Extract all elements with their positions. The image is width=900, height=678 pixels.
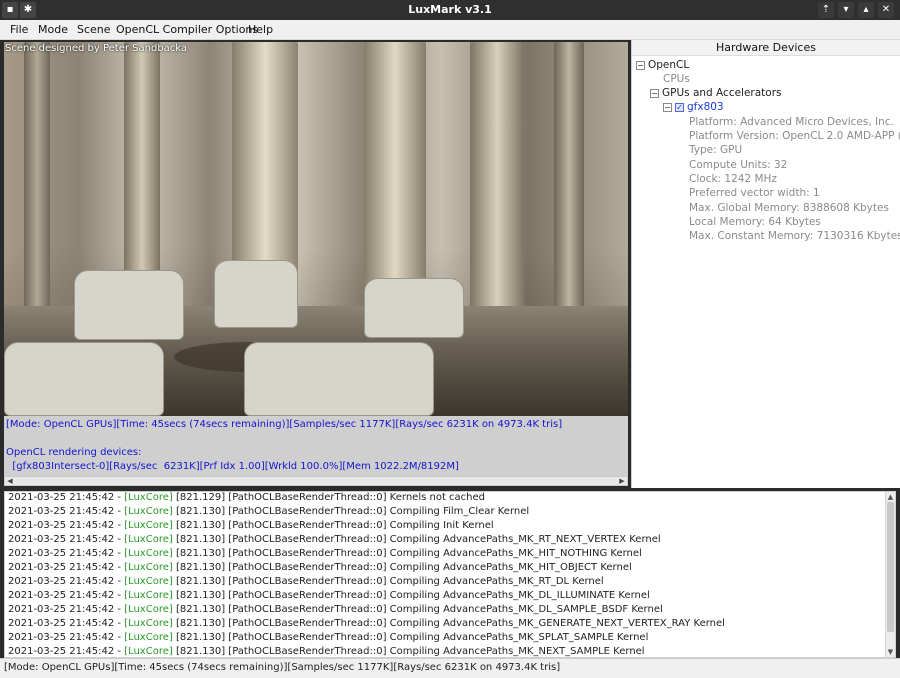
log-line: 2021-03-25 21:45:42 - [LuxCore] [821.130… — [8, 604, 663, 615]
device-detail-type: Type: GPU — [689, 144, 743, 156]
scene-armchair — [4, 342, 164, 416]
collapse-icon[interactable]: − — [650, 88, 659, 98]
menu-bar: File Mode Scene OpenCL Compiler Options … — [0, 20, 900, 40]
status-bar: [Mode: OpenCL GPUs][Time: 45secs (74secs… — [0, 658, 900, 678]
device-detail-global-memory: Max. Global Memory: 8388608 Kbytes — [689, 202, 889, 214]
rendering-device-line: [gfx803Intersect-0][Rays/sec 6231K][Prf … — [6, 461, 459, 472]
scene-armchair — [214, 260, 298, 328]
hardware-devices-panel: Hardware Devices − OpenCL CPUs − GPUs and … — [631, 40, 900, 488]
render-status-line: [Mode: OpenCL GPUs][Time: 45secs (74secs… — [6, 419, 563, 430]
tree-item-gfx803[interactable]: − ✓ gfx803 — [663, 101, 724, 113]
scroll-down-icon[interactable]: ▼ — [886, 647, 895, 657]
window-title: LuxMark v3.1 — [408, 3, 492, 16]
title-bar: ▪ ✱ LuxMark v3.1 ⇡ ▾ ▴ ✕ — [0, 0, 900, 20]
collapse-icon[interactable]: − — [636, 60, 645, 70]
scene-armchair — [244, 342, 434, 416]
tree-item-opencl[interactable]: − OpenCL — [636, 59, 689, 71]
device-detail-clock: Clock: 1242 MHz — [689, 173, 777, 185]
log-vertical-scrollbar[interactable]: ▲ ▼ — [885, 492, 895, 657]
log-line: 2021-03-25 21:45:42 - [LuxCore] [821.130… — [8, 646, 645, 657]
log-line: 2021-03-25 21:45:42 - [LuxCore] [821.130… — [8, 562, 632, 573]
log-line: 2021-03-25 21:45:42 - [LuxCore] [821.130… — [8, 618, 725, 629]
render-view: Scene designed by Peter Sandbacka — [4, 42, 628, 416]
device-detail-compute-units: Compute Units: 32 — [689, 159, 788, 171]
close-icon[interactable]: ✕ — [878, 2, 894, 18]
scene-armchair — [364, 278, 464, 338]
log-panel[interactable]: 2021-03-25 21:45:42 - [LuxCore] [821.129… — [4, 491, 896, 658]
scroll-up-icon[interactable]: ▲ — [886, 492, 895, 502]
rendering-devices-label: OpenCL rendering devices: — [6, 447, 142, 458]
log-line: 2021-03-25 21:45:42 - [LuxCore] [821.130… — [8, 632, 649, 643]
scroll-left-icon[interactable]: ◀ — [5, 476, 15, 486]
log-line: 2021-03-25 21:45:42 - [LuxCore] [821.130… — [8, 590, 650, 601]
scroll-right-icon[interactable]: ▶ — [617, 476, 627, 486]
device-enabled-checkbox[interactable]: ✓ — [675, 102, 684, 112]
scene-credit: Scene designed by Peter Sandbacka — [5, 43, 188, 54]
scene-armchair — [74, 270, 184, 340]
log-line: 2021-03-25 21:45:42 - [LuxCore] [821.130… — [8, 520, 494, 531]
log-line: 2021-03-25 21:45:42 - [LuxCore] [821.129… — [8, 492, 486, 503]
menu-help[interactable]: Help — [248, 23, 273, 36]
device-detail-platform-version: Platform Version: OpenCL 2.0 AMD-APP (3.… — [689, 130, 900, 142]
minimize-icon[interactable]: ▾ — [838, 2, 854, 18]
device-detail-platform: Platform: Advanced Micro Devices, Inc. — [689, 116, 894, 128]
keep-above-icon[interactable]: ⇡ — [818, 2, 834, 18]
device-detail-constant-memory: Max. Constant Memory: 7130316 Kbytes — [689, 230, 900, 242]
hardware-devices-header: Hardware Devices — [632, 40, 900, 56]
collapse-icon[interactable]: − — [663, 102, 672, 112]
scene-pillar — [470, 42, 524, 326]
scene-pillar — [24, 42, 50, 326]
device-detail-local-memory: Local Memory: 64 Kbytes — [689, 216, 821, 228]
menu-mode[interactable]: Mode — [38, 23, 68, 36]
render-info-panel: [Mode: OpenCL GPUs][Time: 45secs (74secs… — [4, 416, 628, 476]
scene-pillar — [554, 42, 584, 326]
device-detail-vector-width: Preferred vector width: 1 — [689, 187, 820, 199]
menu-file[interactable]: File — [10, 23, 28, 36]
menu-scene[interactable]: Scene — [77, 23, 111, 36]
log-line: 2021-03-25 21:45:42 - [LuxCore] [821.130… — [8, 576, 604, 587]
tree-item-gpus[interactable]: − GPUs and Accelerators — [650, 87, 782, 99]
log-line: 2021-03-25 21:45:42 - [LuxCore] [821.130… — [8, 534, 661, 545]
maximize-icon[interactable]: ▴ — [858, 2, 874, 18]
log-line: 2021-03-25 21:45:42 - [LuxCore] [821.130… — [8, 548, 642, 559]
scrollbar-thumb[interactable] — [887, 502, 894, 632]
menu-opencl-compiler-options[interactable]: OpenCL Compiler Options — [116, 23, 258, 36]
render-horizontal-scrollbar[interactable]: ◀ ▶ — [4, 476, 628, 486]
tree-item-cpus[interactable]: CPUs — [663, 73, 690, 85]
status-bar-text: [Mode: OpenCL GPUs][Time: 45secs (74secs… — [4, 662, 561, 673]
log-line: 2021-03-25 21:45:42 - [LuxCore] [821.130… — [8, 506, 530, 517]
